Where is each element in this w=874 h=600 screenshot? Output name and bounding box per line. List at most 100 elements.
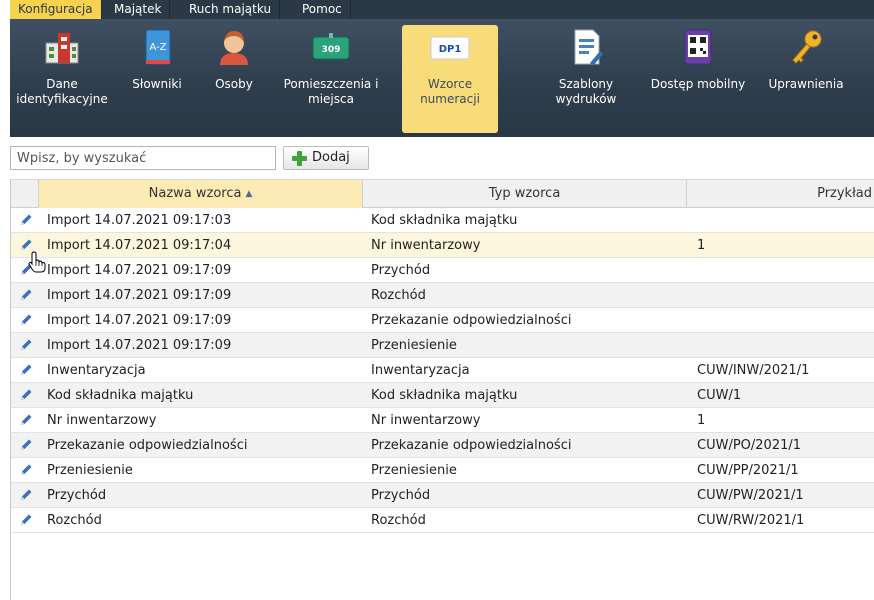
tool-pomieszczenia[interactable]: 309 Pomieszczenia i miejsca	[272, 25, 390, 133]
tool-label: Dane identyfikacyjne	[16, 77, 108, 106]
plus-icon	[292, 151, 307, 166]
cell-name: Import 14.07.2021 09:17:09	[47, 313, 232, 328]
table-row[interactable]: Rozchód Rozchód CUW/RW/2021/1	[11, 508, 874, 533]
tool-label: Pomieszczenia i miejsca	[283, 77, 379, 106]
numbering-pattern-icon: DP1	[430, 36, 470, 60]
cell-name: Kod składnika majątku	[47, 388, 194, 403]
table-row[interactable]: Nr inwentarzowy Nr inwentarzowy 1	[11, 408, 874, 433]
cell-example	[697, 208, 874, 233]
table-header: Nazwa wzorca ▲ Typ wzorca Przykład	[11, 179, 874, 208]
cell-type: Nr inwentarzowy	[371, 238, 481, 253]
edit-cell[interactable]	[17, 283, 35, 306]
cell-name: Przeniesienie	[47, 463, 133, 478]
cell-name: Import 14.07.2021 09:17:04	[47, 238, 232, 253]
search-input[interactable]	[10, 146, 276, 170]
tool-slowniki[interactable]: A-Z Słowniki	[120, 25, 194, 133]
table-row[interactable]: Import 14.07.2021 09:17:09 Przekazanie od…	[11, 308, 874, 333]
edit-cell[interactable]	[17, 208, 35, 231]
table-row[interactable]: Przychód Przychód CUW/PW/2021/1	[11, 483, 874, 508]
svg-text:309: 309	[322, 45, 341, 55]
edit-cell[interactable]	[17, 333, 35, 356]
edit-cell[interactable]	[17, 508, 35, 531]
tool-label: Osoby	[215, 77, 253, 91]
cell-name: Import 14.07.2021 09:17:09	[47, 338, 232, 353]
cell-example	[697, 308, 874, 333]
table-row[interactable]: Inwentaryzacja Inwentaryzacja CUW/INW/2021…	[11, 358, 874, 383]
edit-cell[interactable]	[17, 408, 35, 431]
cell-type: Przekazanie odpowiedzialności	[371, 438, 572, 453]
header-name[interactable]: Nazwa wzorca ▲	[39, 180, 363, 208]
tool-dane-identyfikacyjne[interactable]: Dane identyfikacyjne	[12, 25, 112, 133]
table-row[interactable]: Przeniesienie Przeniesienie CUW/PP/2021/1	[11, 458, 874, 483]
edit-cell[interactable]	[17, 458, 35, 481]
pencil-icon[interactable]	[19, 438, 33, 452]
search-bar: Dodaj	[10, 146, 874, 174]
pencil-icon[interactable]	[19, 213, 33, 227]
edit-cell[interactable]	[17, 308, 35, 331]
header-example[interactable]: Przykład	[687, 180, 874, 208]
cell-example: CUW/PO/2021/1	[697, 438, 802, 453]
pencil-icon[interactable]	[19, 363, 33, 377]
pencil-icon[interactable]	[19, 338, 33, 352]
cell-example: CUW/1	[697, 388, 742, 403]
cell-name: Import 14.07.2021 09:17:09	[47, 263, 232, 278]
cell-type: Inwentaryzacja	[371, 363, 470, 378]
tool-label: Wzorce numeracji	[420, 77, 480, 106]
mobile-qr-icon	[684, 29, 712, 65]
tool-wzorce-numeracji[interactable]: DP1 Wzorce numeracji	[402, 25, 498, 133]
pencil-icon[interactable]	[19, 513, 33, 527]
tool-dostep-mobilny[interactable]: Dostęp mobilny	[646, 25, 750, 133]
table-row[interactable]: Import 14.07.2021 09:17:09 Przeniesienie	[11, 333, 874, 358]
pencil-icon[interactable]	[19, 288, 33, 302]
menu-tab-ruch-majatku[interactable]: Ruch majątku	[181, 0, 281, 19]
cell-example: 1	[697, 238, 706, 253]
svg-text:A-Z: A-Z	[149, 42, 166, 53]
add-button-label: Dodaj	[312, 150, 350, 165]
cell-example	[697, 283, 874, 308]
tool-uprawnienia[interactable]: Uprawnienia	[756, 25, 856, 133]
cell-type: Przeniesienie	[371, 338, 457, 353]
pencil-icon[interactable]	[19, 463, 33, 477]
pencil-icon[interactable]	[19, 413, 33, 427]
svg-text:DP1: DP1	[439, 44, 462, 55]
cell-example: 1	[697, 413, 706, 428]
cell-name: Nr inwentarzowy	[47, 413, 157, 428]
main-menu-bar: Konfiguracja Majątek Ruch majątku Pomoc	[0, 0, 874, 19]
pencil-icon[interactable]	[19, 313, 33, 327]
edit-cell[interactable]	[17, 358, 35, 381]
table-row[interactable]: Import 14.07.2021 09:17:09 Rozchód	[11, 283, 874, 308]
cell-type: Przeniesienie	[371, 463, 457, 478]
cell-example: CUW/PW/2021/1	[697, 488, 804, 503]
menu-tab-pomoc[interactable]: Pomoc	[294, 0, 351, 19]
header-type[interactable]: Typ wzorca	[363, 180, 687, 208]
menu-tab-konfiguracja[interactable]: Konfiguracja	[10, 0, 102, 19]
cell-name: Import 14.07.2021 09:17:03	[47, 213, 232, 228]
cell-name: Import 14.07.2021 09:17:09	[47, 288, 232, 303]
table-row[interactable]: Import 14.07.2021 09:17:09 Przychód	[11, 258, 874, 283]
pencil-icon[interactable]	[19, 388, 33, 402]
tool-label: Słowniki	[132, 77, 182, 91]
cell-example: CUW/RW/2021/1	[697, 513, 805, 528]
dictionary-icon: A-Z	[145, 29, 171, 65]
building-icon	[45, 33, 79, 64]
table-row[interactable]: Przekazanie odpowiedzialności Przekazanie…	[11, 433, 874, 458]
print-template-icon	[574, 29, 603, 66]
table-row[interactable]: Kod składnika majątku Kod składnika mająt…	[11, 383, 874, 408]
menu-tab-majatek[interactable]: Majątek	[106, 0, 171, 19]
cell-name: Rozchód	[47, 513, 102, 528]
add-button[interactable]: Dodaj	[283, 146, 369, 170]
edit-cell[interactable]	[17, 483, 35, 506]
sort-ascending-icon: ▲	[245, 189, 253, 199]
edit-cell[interactable]	[17, 433, 35, 456]
table-row[interactable]: Import 14.07.2021 09:17:04 Nr inwentarzow…	[11, 233, 874, 258]
tool-szablony-wydrukow[interactable]: Szablony wydruków	[538, 25, 634, 133]
table-row[interactable]: Import 14.07.2021 09:17:03 Kod składnika …	[11, 208, 874, 233]
cell-example: CUW/INW/2021/1	[697, 363, 810, 378]
cell-type: Przychód	[371, 263, 431, 278]
edit-cell[interactable]	[17, 383, 35, 406]
tool-label: Szablony wydruków	[555, 77, 617, 106]
pencil-icon[interactable]	[19, 238, 33, 252]
cell-name: Inwentaryzacja	[47, 363, 146, 378]
tool-osoby[interactable]: Osoby	[202, 25, 266, 133]
pencil-icon[interactable]	[19, 488, 33, 502]
